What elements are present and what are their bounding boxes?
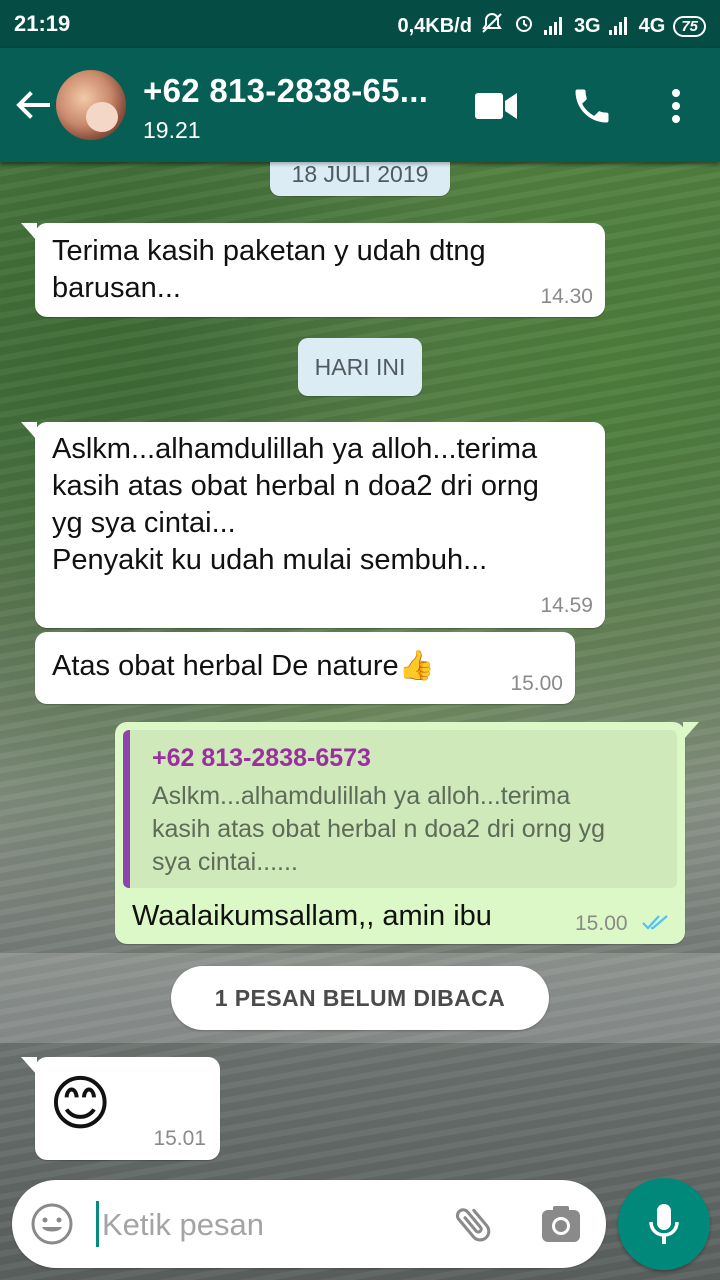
more-vert-icon [672,89,680,123]
incoming-message[interactable]: 😊 15.01 [21,1057,220,1160]
message-text: Terima kasih paketan y udah dtng barusan… [52,235,486,304]
message-input[interactable] [100,1196,434,1254]
network-type-2: 4G [638,14,666,37]
alarm-icon [512,11,536,41]
contact-name-top[interactable]: +62 813-2838-65... [143,72,428,110]
message-time: 15.01 [153,1127,206,1150]
message-time: 15.00 [575,912,628,935]
avatar-top[interactable] [56,70,126,140]
back-button-top[interactable] [10,83,54,127]
voice-record-button[interactable] [618,1178,710,1270]
emoji-button[interactable] [30,1202,74,1246]
message-time: 14.59 [540,594,593,617]
outgoing-reply-message[interactable]: +62 813-2838-6573 Aslkm...alhamdulillah … [115,722,699,944]
network-speed: 0,4KB/d [397,14,472,37]
last-seen-top: 19.21 [143,117,201,143]
voice-call-button-top[interactable] [570,84,614,128]
quoted-sender: +62 813-2838-6573 [152,744,371,772]
unread-messages-label: 1 PESAN BELUM DIBACA [171,966,549,1030]
paperclip-icon [455,1208,491,1242]
network-type-1: 3G [573,14,601,37]
incoming-message[interactable]: Terima kasih paketan y udah dtng barusan… [21,223,605,317]
video-call-icon [475,93,517,119]
message-text: Aslkm...alhamdulillah ya alloh...terima … [52,433,539,576]
battery-indicator: 75 [673,15,706,37]
read-ticks-icon [641,912,671,937]
camera-button[interactable] [539,1202,583,1246]
message-time: 15.00 [510,672,563,695]
text-caret [96,1201,99,1247]
signal-icon-2 [608,17,631,35]
message-time: 14.30 [540,285,593,308]
date-chip-today: HARI INI [298,338,422,396]
status-bar: 21:19 0,4KB/d 3G 4G 75 [0,0,720,48]
message-text: Waalaikumsallam,, amin ibu [132,900,492,932]
message-text-row: Atas obat herbal De nature👍 [52,648,435,685]
attach-button[interactable] [451,1200,497,1248]
microphone-icon [649,1204,679,1244]
chat-header-top: +62 813-2838-65... 19.21 [0,48,720,162]
smiling-emoji: 😊 [49,1070,112,1137]
video-call-button-top[interactable] [473,86,519,126]
incoming-message[interactable]: Aslkm...alhamdulillah ya alloh...terima … [21,422,605,628]
quoted-text: Aslkm...alhamdulillah ya alloh...terima … [152,782,606,876]
quoted-message[interactable]: +62 813-2838-6573 Aslkm...alhamdulillah … [123,730,677,888]
status-time: 21:19 [14,11,71,36]
mute-bell-icon [480,11,504,41]
emoji-icon [31,1203,73,1245]
more-options-button-top[interactable] [663,84,689,128]
signal-icon [543,17,566,35]
phone-icon [575,89,609,123]
back-arrow-icon [16,91,50,119]
thumbs-up-emoji: 👍 [398,650,435,682]
camera-icon [542,1206,580,1242]
status-indicators: 0,4KB/d 3G 4G 75 [397,11,706,41]
incoming-message[interactable]: Atas obat herbal De nature👍 15.00 [35,632,575,704]
message-text: Atas obat herbal De nature [52,650,399,682]
